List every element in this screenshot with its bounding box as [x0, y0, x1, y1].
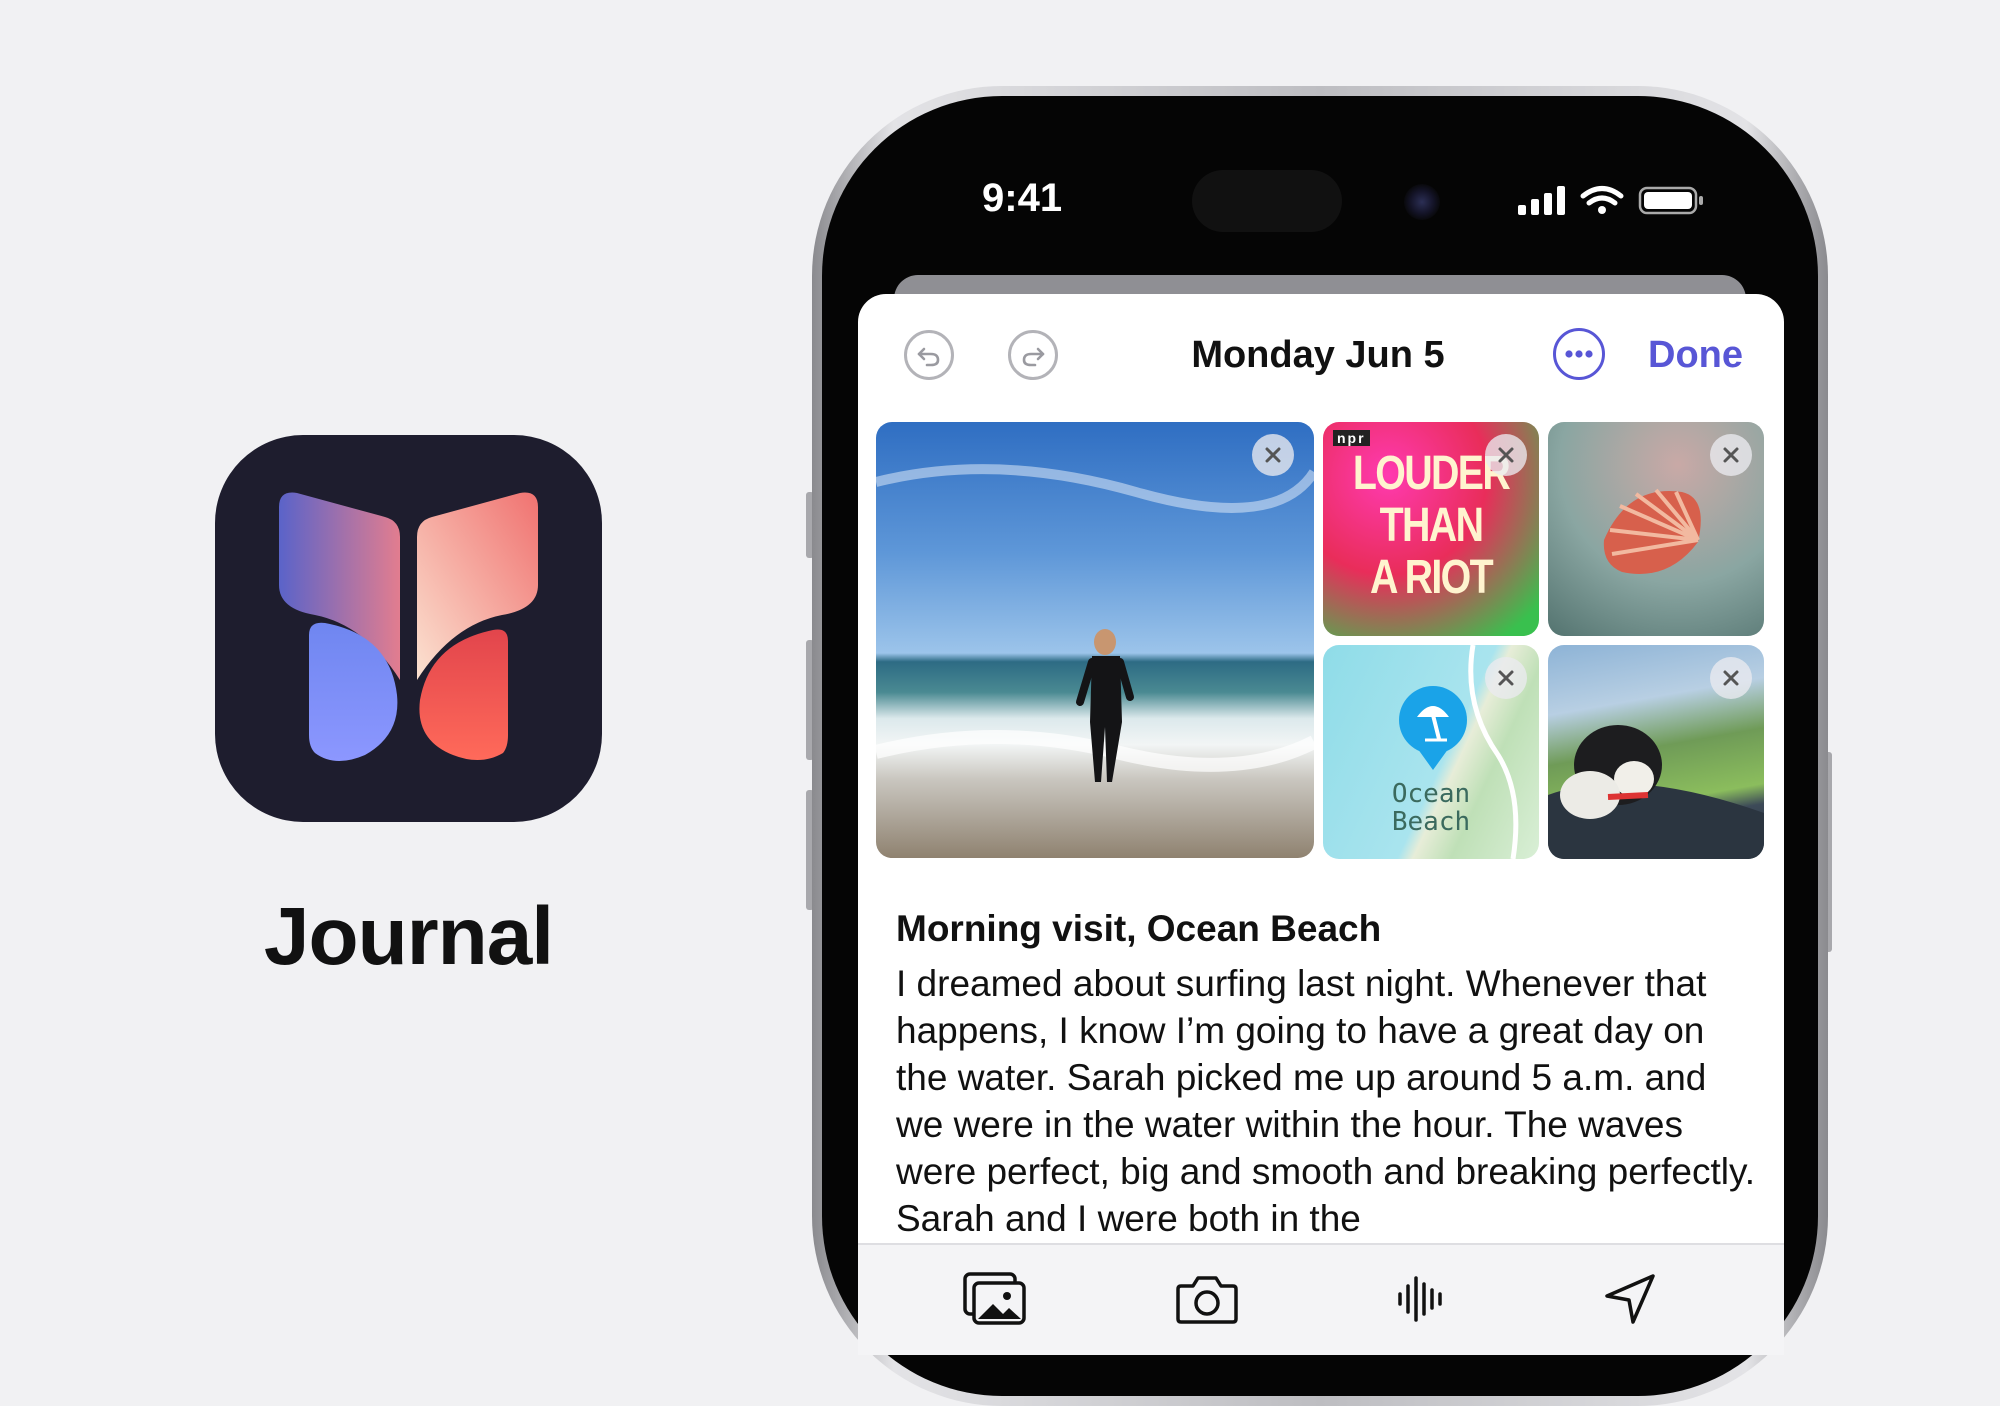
entry-body-text[interactable]: I dreamed about surfing last night. When…	[896, 960, 1756, 1242]
surfer-photo	[876, 464, 1314, 782]
audio-recording-button[interactable]	[1385, 1269, 1455, 1329]
remove-attachment-button[interactable]	[1485, 657, 1527, 699]
close-icon	[1723, 447, 1739, 463]
camera-icon	[1176, 1276, 1238, 1324]
map-place-line-1: Ocean	[1391, 779, 1471, 809]
app-name-label: Journal	[263, 891, 554, 982]
close-icon	[1723, 670, 1739, 686]
more-options-button[interactable]	[1553, 328, 1605, 380]
location-map-attachment[interactable]: Ocean Beach	[1323, 645, 1539, 859]
dog-photo-attachment[interactable]	[1548, 645, 1764, 859]
journal-app-icon[interactable]	[215, 435, 602, 822]
close-icon	[1498, 447, 1514, 463]
close-icon	[1498, 670, 1514, 686]
battery-icon	[1638, 186, 1703, 215]
camera-button[interactable]	[1172, 1269, 1242, 1329]
beach-photo-attachment[interactable]	[876, 422, 1314, 858]
map-place-line-2: Beach	[1391, 807, 1471, 837]
journal-entry-editor: Monday Jun 5 Done npr LOUDER THAN A RIOT	[858, 294, 1784, 1354]
butterfly-logo-icon	[279, 492, 538, 762]
undo-arrow-icon	[917, 347, 940, 367]
seashell-photo-attachment[interactable]	[1548, 422, 1764, 636]
remove-attachment-button[interactable]	[1252, 434, 1294, 476]
podcast-title-line-3: A RIOT	[1369, 551, 1494, 604]
ellipsis-icon	[1565, 350, 1593, 358]
front-camera	[1404, 184, 1440, 220]
status-time: 9:41	[982, 176, 1063, 220]
remove-attachment-button[interactable]	[1710, 657, 1752, 699]
redo-arrow-icon	[1022, 347, 1045, 367]
remove-attachment-button[interactable]	[1485, 434, 1527, 476]
location-button[interactable]	[1596, 1269, 1666, 1329]
remove-attachment-button[interactable]	[1710, 434, 1752, 476]
attachment-toolbar	[858, 1243, 1784, 1355]
npr-logo: npr	[1333, 430, 1370, 446]
undo-button[interactable]	[904, 330, 954, 380]
audio-waveform-icon	[1398, 1276, 1442, 1322]
podcast-attachment[interactable]: npr LOUDER THAN A RIOT	[1323, 422, 1539, 636]
entry-title[interactable]: Morning visit, Ocean Beach	[896, 908, 1381, 950]
entry-date-title: Monday Jun 5	[1191, 334, 1445, 376]
redo-button[interactable]	[1008, 330, 1058, 380]
wifi-icon	[1580, 186, 1624, 214]
cellular-signal-icon	[1518, 186, 1565, 215]
dynamic-island	[1192, 170, 1342, 232]
photo-library-button[interactable]	[960, 1269, 1030, 1329]
photo-library-icon	[963, 1272, 1026, 1325]
close-icon	[1265, 447, 1281, 463]
location-arrow-icon	[1605, 1274, 1655, 1324]
podcast-title-line-2: THAN	[1379, 499, 1484, 552]
done-button[interactable]: Done	[1648, 334, 1743, 377]
status-icons	[1518, 186, 1703, 215]
